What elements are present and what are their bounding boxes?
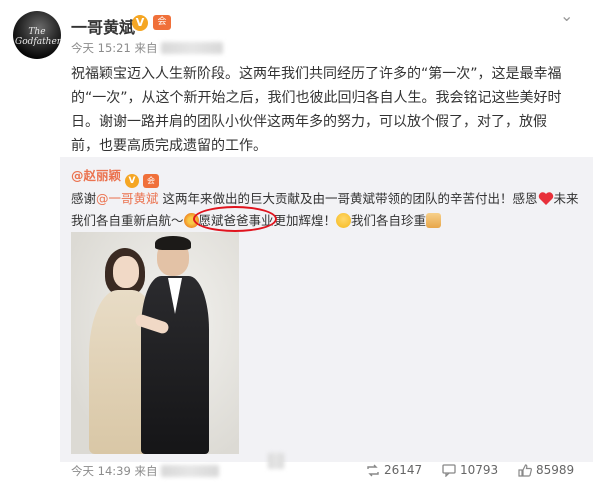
verified-badge-icon: V <box>125 174 139 188</box>
quoted-time: 今天 14:39 来自 <box>71 464 158 478</box>
like-count-value: 85989 <box>536 463 575 477</box>
verified-badge-icon: V <box>132 15 148 31</box>
quoted-post-text: @赵丽颖 V 会 感谢@一哥黄斌 这两年来做出的巨大贡献及由一哥黄斌带领的团队的… <box>71 165 579 232</box>
comment-count[interactable]: 10793 <box>442 463 498 480</box>
blurred-source <box>161 42 224 54</box>
repost-count-value: 26147 <box>384 463 423 477</box>
repost-count[interactable]: 26147 <box>366 463 422 480</box>
member-badge-icon: 会 <box>153 15 171 30</box>
quoted-text-part5: 我们各自珍重 <box>351 213 427 228</box>
quoted-text-part1: 感谢 <box>71 191 97 206</box>
quoted-text-part2: 这两年来做出的巨大贡献及由一哥黄斌带领的团队的辛苦付出！感恩 <box>158 191 538 206</box>
like-count[interactable]: 85989 <box>518 463 574 480</box>
post-username[interactable]: 一哥黄斌 <box>71 14 135 38</box>
post-timestamp: 今天 15:21 来自 <box>71 40 224 56</box>
chevron-down-icon[interactable]: ⌄ <box>560 6 573 25</box>
comment-icon <box>442 464 456 480</box>
like-icon <box>518 464 532 480</box>
quoted-timestamp: 今天 14:39 来自 <box>71 463 220 479</box>
photo-figure-woman-face <box>113 256 139 288</box>
highlight-circle-annotation <box>193 206 277 232</box>
smile-icon <box>336 213 352 228</box>
avatar-logo-text: The Godfather <box>15 27 61 47</box>
post-content: 祝福颖宝迈入人生新阶段。这两年我们共同经历了许多的“第一次”，这是最幸福的“一次… <box>71 66 562 154</box>
comment-count-value: 10793 <box>460 463 499 477</box>
member-badge-icon: 会 <box>142 174 159 188</box>
post-time: 今天 15:21 来自 <box>71 41 158 55</box>
photo-figure-man-hair <box>155 236 191 250</box>
mention-link[interactable]: @一哥黄斌 <box>96 191 159 206</box>
avatar[interactable]: The Godfather <box>13 11 61 59</box>
repost-icon <box>366 464 380 480</box>
blurred-source <box>161 465 220 477</box>
pray-icon <box>426 213 442 228</box>
quoted-author[interactable]: @赵丽颖 <box>71 168 121 183</box>
blurred-overlay <box>268 453 284 469</box>
quoted-post-photo[interactable] <box>71 232 239 454</box>
heart-icon <box>538 191 554 206</box>
